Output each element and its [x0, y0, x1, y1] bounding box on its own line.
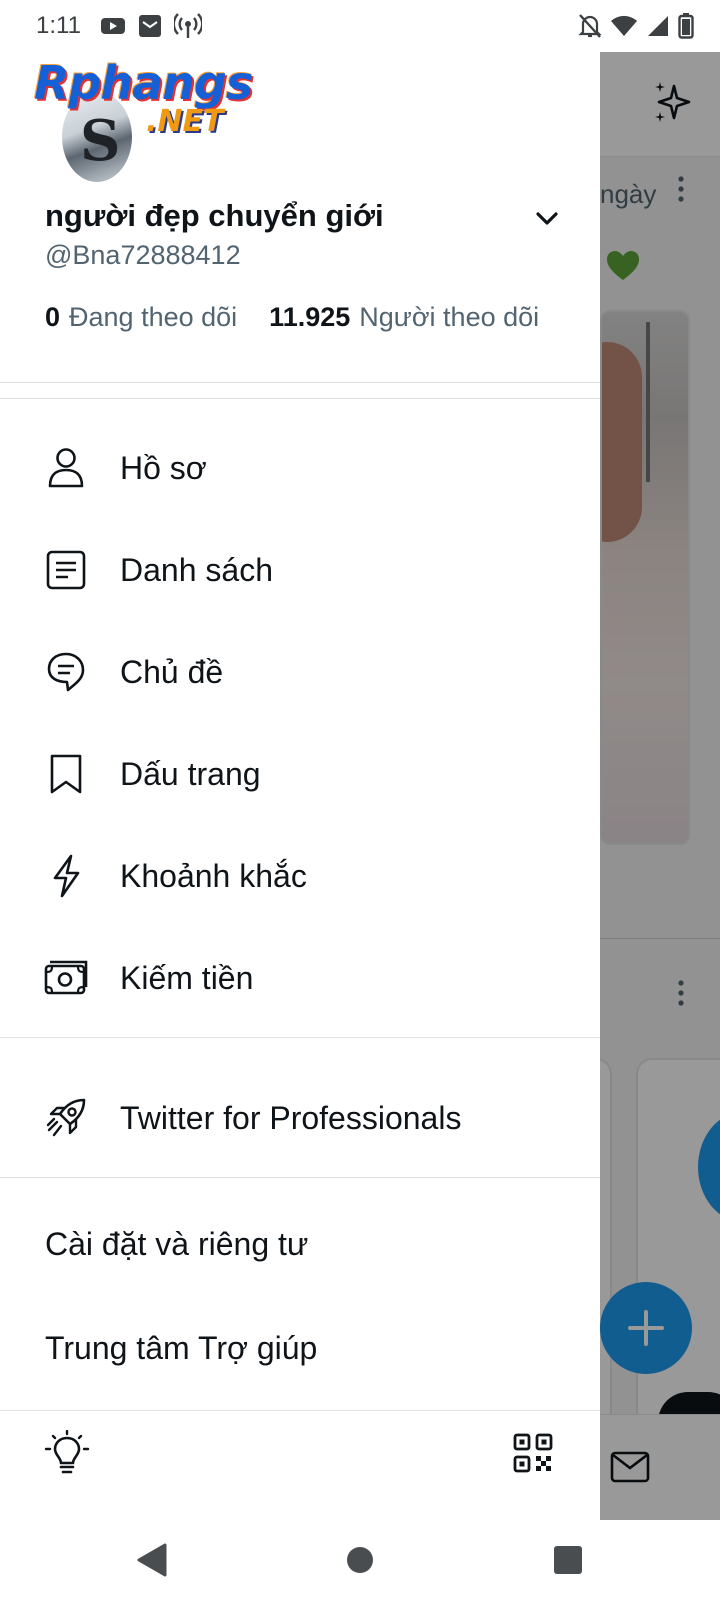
account-switcher-button[interactable]	[530, 202, 564, 236]
menu-item-topics[interactable]: Chủ đề	[0, 622, 600, 722]
followers-label: Người theo dõi	[359, 302, 540, 332]
bookmark-icon	[44, 752, 88, 796]
divider	[0, 1177, 600, 1178]
navigation-drawer: S Rphangs .NET người đẹp chuyển giới @Bn…	[0, 52, 600, 1520]
divider	[0, 1037, 600, 1038]
following-link[interactable]: 0 Đang theo dõi	[45, 302, 237, 333]
profile-avatar[interactable]: S Rphangs .NET	[34, 56, 254, 186]
back-button[interactable]	[130, 1538, 174, 1582]
back-icon	[137, 1543, 167, 1577]
recents-icon	[554, 1546, 582, 1574]
menu-item-moments[interactable]: Khoảnh khắc	[0, 826, 600, 926]
menu-item-bookmarks[interactable]: Dấu trang	[0, 724, 600, 824]
home-button[interactable]	[338, 1538, 382, 1582]
youtube-icon	[101, 18, 125, 34]
menu-item-label: Kiếm tiền	[120, 959, 254, 996]
menu-item-profile[interactable]: Hồ sơ	[0, 418, 600, 518]
divider	[0, 1410, 600, 1411]
menu-item-lists[interactable]: Danh sách	[0, 520, 600, 620]
topics-icon	[44, 650, 88, 694]
home-icon	[347, 1547, 373, 1573]
scrim-overlay[interactable]	[600, 52, 720, 1520]
divider	[0, 382, 600, 383]
notifications-off-icon	[578, 14, 602, 38]
logo-suffix: .NET	[146, 104, 224, 139]
system-navigation-bar	[0, 1520, 720, 1600]
wifi-icon	[611, 15, 637, 36]
mail-notification-icon	[139, 15, 161, 37]
status-time: 1:11	[36, 12, 81, 39]
menu-item-label: Danh sách	[120, 551, 273, 588]
menu-item-label: Chủ đề	[120, 653, 224, 690]
hotspot-icon	[174, 13, 202, 38]
menu-item-label: Hồ sơ	[120, 449, 207, 486]
help-center-link[interactable]: Trung tâm Trợ giúp	[45, 1330, 317, 1367]
notification-icons	[100, 12, 202, 40]
lightbulb-icon	[44, 1430, 90, 1474]
logo-wordmark: Rphangs	[34, 56, 253, 110]
qr-code-button[interactable]	[510, 1430, 556, 1476]
menu-item-label: Dấu trang	[120, 755, 261, 792]
menu-item-label: Khoảnh khắc	[120, 857, 307, 894]
followers-link[interactable]: 11.925 Người theo dõi	[269, 302, 539, 333]
menu-item-professionals[interactable]: Twitter for Professionals	[0, 1068, 600, 1168]
chevron-down-icon	[536, 212, 558, 225]
moments-icon	[44, 854, 88, 898]
menu-item-label: Twitter for Professionals	[120, 1099, 462, 1136]
display-name[interactable]: người đẹp chuyển giới	[45, 198, 384, 234]
qr-code-icon	[513, 1433, 553, 1473]
followers-count: 11.925	[269, 302, 351, 332]
profile-icon	[44, 446, 88, 490]
rocket-icon	[44, 1096, 88, 1140]
divider	[0, 398, 600, 399]
display-settings-button[interactable]	[44, 1430, 90, 1476]
recents-button[interactable]	[546, 1538, 590, 1582]
battery-icon	[678, 13, 694, 39]
system-icons	[578, 12, 694, 40]
lists-icon	[44, 548, 88, 592]
monetization-icon	[44, 956, 88, 1000]
follow-stats: 0 Đang theo dõi 11.925 Người theo dõi	[45, 302, 539, 333]
status-bar: 1:11	[0, 0, 720, 52]
settings-privacy-link[interactable]: Cài đặt và riêng tư	[45, 1226, 308, 1263]
menu-item-monetization[interactable]: Kiếm tiền	[0, 928, 600, 1028]
signal-icon	[648, 16, 668, 36]
user-handle: @Bna72888412	[45, 240, 241, 270]
following-label: Đang theo dõi	[69, 302, 238, 332]
following-count: 0	[45, 302, 61, 332]
